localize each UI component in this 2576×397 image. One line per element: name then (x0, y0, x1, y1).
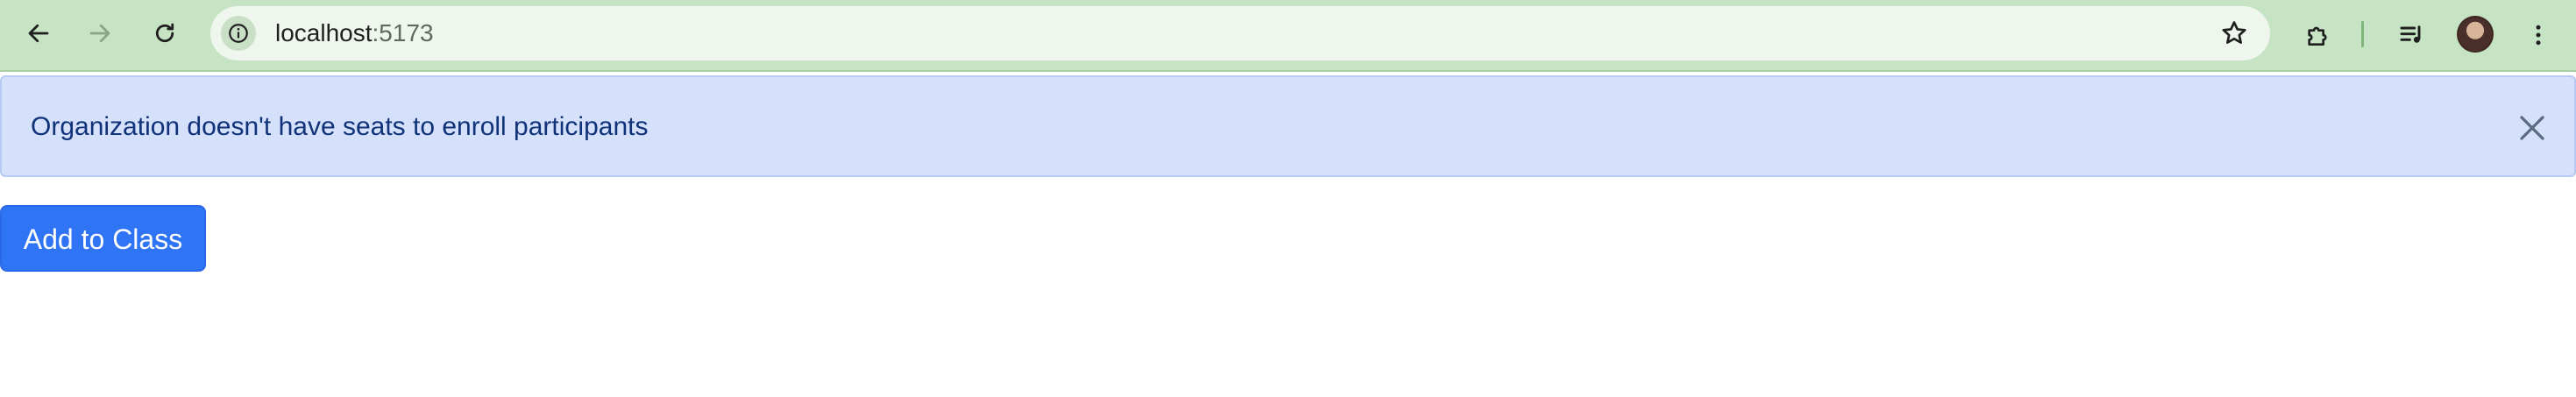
back-button[interactable] (18, 12, 60, 54)
add-to-class-button[interactable]: Add to Class (0, 205, 206, 272)
alert-close-button[interactable] (2515, 110, 2550, 145)
toolbar-divider (2361, 21, 2364, 47)
browser-menu-button[interactable] (2517, 14, 2559, 56)
site-info-button[interactable] (221, 16, 256, 51)
forward-button[interactable] (79, 12, 121, 54)
address-bar[interactable]: localhost:5173 (210, 6, 2270, 60)
media-controls-button[interactable] (2391, 14, 2433, 56)
reload-button[interactable] (144, 12, 186, 54)
arrow-left-icon (28, 24, 49, 43)
avatar[interactable] (2457, 16, 2494, 53)
url-text[interactable]: localhost:5173 (275, 20, 434, 46)
info-alert: Organization doesn't have seats to enrol… (0, 75, 2576, 177)
puzzle-icon (2308, 26, 2327, 46)
reload-icon (155, 23, 174, 43)
extensions-button[interactable] (2296, 14, 2338, 56)
media-queue-icon (2400, 25, 2421, 43)
alert-message: Organization doesn't have seats to enrol… (31, 112, 649, 141)
star-icon[interactable] (2219, 18, 2249, 48)
url-host: localhost (275, 19, 373, 46)
close-icon (2520, 116, 2544, 140)
browser-toolbar: localhost:5173 (0, 0, 2576, 72)
url-port: :5173 (372, 19, 434, 46)
kebab-menu-icon (2536, 25, 2541, 46)
arrow-right-icon (89, 24, 110, 43)
info-icon (229, 24, 248, 43)
